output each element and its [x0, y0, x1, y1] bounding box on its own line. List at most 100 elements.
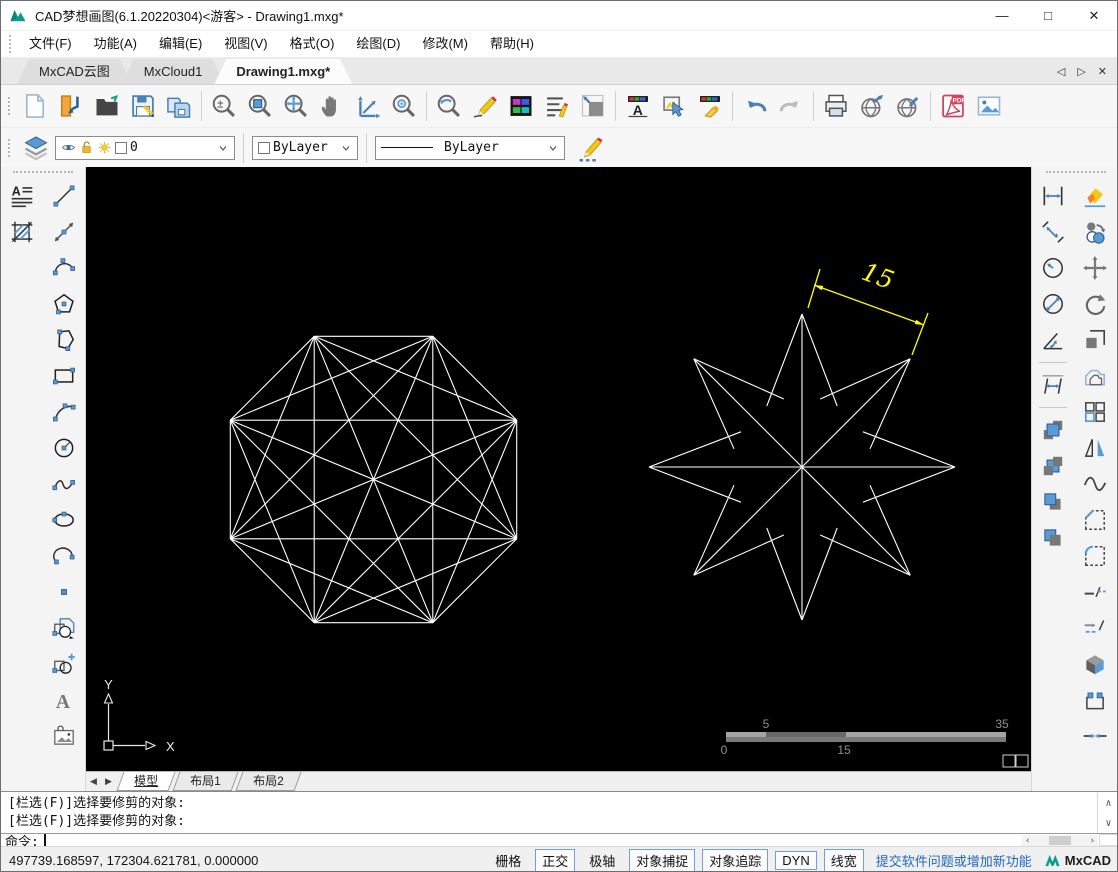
- break-button[interactable]: [1077, 574, 1113, 610]
- spline-button[interactable]: [46, 466, 82, 502]
- order-above-button[interactable]: [1035, 484, 1071, 520]
- feedback-link[interactable]: 提交软件问题或增加新功能: [876, 851, 1032, 870]
- document-tab[interactable]: Drawing1.mxg*: [214, 59, 352, 84]
- arc-open-button[interactable]: [46, 538, 82, 574]
- erase-button[interactable]: [1077, 178, 1113, 214]
- menu-item[interactable]: 修改(M): [411, 31, 479, 57]
- status-toggle[interactable]: 线宽: [823, 848, 864, 871]
- arc-3pt-button[interactable]: [46, 394, 82, 430]
- fillet-button[interactable]: [1077, 538, 1113, 574]
- menu-item[interactable]: 文件(F): [18, 31, 83, 57]
- command-vertical-scrollbar[interactable]: ∧ ∨: [1097, 793, 1117, 833]
- zoom-all-button[interactable]: [278, 88, 314, 125]
- layout-prev-button[interactable]: ◀: [86, 776, 101, 787]
- layout-next-button[interactable]: ▶: [101, 776, 116, 787]
- minimize-button[interactable]: —: [979, 1, 1025, 30]
- point-button[interactable]: [46, 574, 82, 610]
- text-multiline-button[interactable]: A: [4, 178, 40, 214]
- dim-radius-button[interactable]: [1035, 250, 1071, 286]
- print-button[interactable]: [818, 88, 854, 125]
- tab-prev-button[interactable]: ◁: [1057, 65, 1065, 78]
- menu-item[interactable]: 编辑(E): [148, 31, 213, 57]
- zoom-window-button[interactable]: [242, 88, 278, 125]
- insert-image-button[interactable]: [971, 88, 1007, 125]
- ellipse-button[interactable]: [46, 502, 82, 538]
- insert-block-button[interactable]: [46, 646, 82, 682]
- hatch-button[interactable]: [4, 214, 40, 250]
- menu-item[interactable]: 功能(A): [83, 31, 148, 57]
- polyline-button[interactable]: [46, 322, 82, 358]
- block-button[interactable]: [46, 610, 82, 646]
- menu-item[interactable]: 格式(O): [279, 31, 346, 57]
- scroll-down-icon[interactable]: ∨: [1098, 813, 1117, 833]
- viewport-box-button[interactable]: [575, 88, 611, 125]
- scroll-up-icon[interactable]: ∧: [1098, 793, 1117, 813]
- order-front-button[interactable]: [1035, 412, 1071, 448]
- layout-tab[interactable]: 布局2: [235, 772, 301, 791]
- match-properties-button[interactable]: [692, 88, 728, 125]
- scroll-right-icon[interactable]: ›: [1090, 836, 1095, 846]
- property-paint-button[interactable]: [571, 130, 609, 166]
- command-input-row[interactable]: 命令:: [1, 833, 1117, 850]
- eight-point-star-drawing[interactable]: [648, 313, 956, 621]
- export-pdf-button[interactable]: PDF: [935, 88, 971, 125]
- scroll-left-icon[interactable]: ‹: [1025, 836, 1030, 846]
- arc-button[interactable]: [46, 250, 82, 286]
- zoom-extents-button[interactable]: [350, 88, 386, 125]
- scrollbar-thumb[interactable]: [1049, 836, 1071, 845]
- mirror-button[interactable]: [1077, 430, 1113, 466]
- undo-button[interactable]: [737, 88, 773, 125]
- chamfer-button[interactable]: [1077, 502, 1113, 538]
- line-button[interactable]: [46, 178, 82, 214]
- menu-item[interactable]: 视图(V): [213, 31, 278, 57]
- command-history[interactable]: [栏选(F)]选择要修剪的对象: [栏选(F)]选择要修剪的对象:: [1, 793, 1097, 831]
- dim-continue-button[interactable]: [1035, 367, 1071, 403]
- scale-button[interactable]: [1077, 322, 1113, 358]
- image-ref-button[interactable]: [46, 718, 82, 754]
- canvas-corner-boxes[interactable]: [1002, 754, 1029, 768]
- break-at-point-button[interactable]: [1077, 610, 1113, 646]
- polygon-button[interactable]: [46, 286, 82, 322]
- tab-next-button[interactable]: ▷: [1077, 65, 1085, 78]
- explode-button[interactable]: [1077, 646, 1113, 682]
- status-toggle[interactable]: DYN: [775, 850, 817, 870]
- ray-button[interactable]: [46, 214, 82, 250]
- dimension-annotation[interactable]: 15: [807, 257, 929, 356]
- drawing-canvas[interactable]: 15 Y X 5 35 0 15: [86, 167, 1031, 771]
- layer-combobox[interactable]: 0: [55, 135, 235, 160]
- fit-curve-button[interactable]: [1077, 466, 1113, 502]
- array-button[interactable]: [1077, 394, 1113, 430]
- circle-button[interactable]: [46, 430, 82, 466]
- status-toggle[interactable]: 极轴: [582, 849, 622, 872]
- layout-tab[interactable]: 模型: [116, 772, 176, 791]
- menu-item[interactable]: 帮助(H): [479, 31, 545, 57]
- layer-manager-button[interactable]: [17, 130, 55, 166]
- model-space-view[interactable]: 15YX5 350 15: [86, 167, 1031, 771]
- document-tab[interactable]: MxCloud1: [122, 59, 225, 84]
- tab-close-button[interactable]: ✕: [1098, 65, 1107, 78]
- zoom-center-button[interactable]: [386, 88, 422, 125]
- color-palette-button[interactable]: [503, 88, 539, 125]
- close-button[interactable]: ✕: [1071, 1, 1117, 30]
- status-toggle[interactable]: 栅格: [488, 849, 528, 872]
- dim-angular-button[interactable]: [1035, 322, 1071, 358]
- color-combobox[interactable]: ByLayer: [252, 135, 358, 160]
- redo-button[interactable]: [773, 88, 809, 125]
- zoom-previous-button[interactable]: [431, 88, 467, 125]
- text-style-button[interactable]: A: [620, 88, 656, 125]
- stretch-button[interactable]: [1077, 682, 1113, 718]
- draw-pencil-button[interactable]: [467, 88, 503, 125]
- order-below-button[interactable]: [1035, 520, 1071, 556]
- rotate-button[interactable]: [1077, 286, 1113, 322]
- command-horizontal-scrollbar[interactable]: ‹ ›: [1022, 835, 1098, 846]
- text-button[interactable]: A: [46, 682, 82, 718]
- layout-tab[interactable]: 布局1: [172, 772, 239, 791]
- linetype-manager-button[interactable]: [539, 88, 575, 125]
- move-button[interactable]: [1077, 250, 1113, 286]
- dim-linear-button[interactable]: [1035, 178, 1071, 214]
- status-toggle[interactable]: 正交: [535, 848, 576, 871]
- open-import-button[interactable]: [53, 88, 89, 125]
- document-tab[interactable]: MxCAD云图: [17, 59, 132, 84]
- octagon-star-drawing[interactable]: [229, 335, 518, 624]
- linetype-combobox[interactable]: ByLayer: [375, 135, 565, 160]
